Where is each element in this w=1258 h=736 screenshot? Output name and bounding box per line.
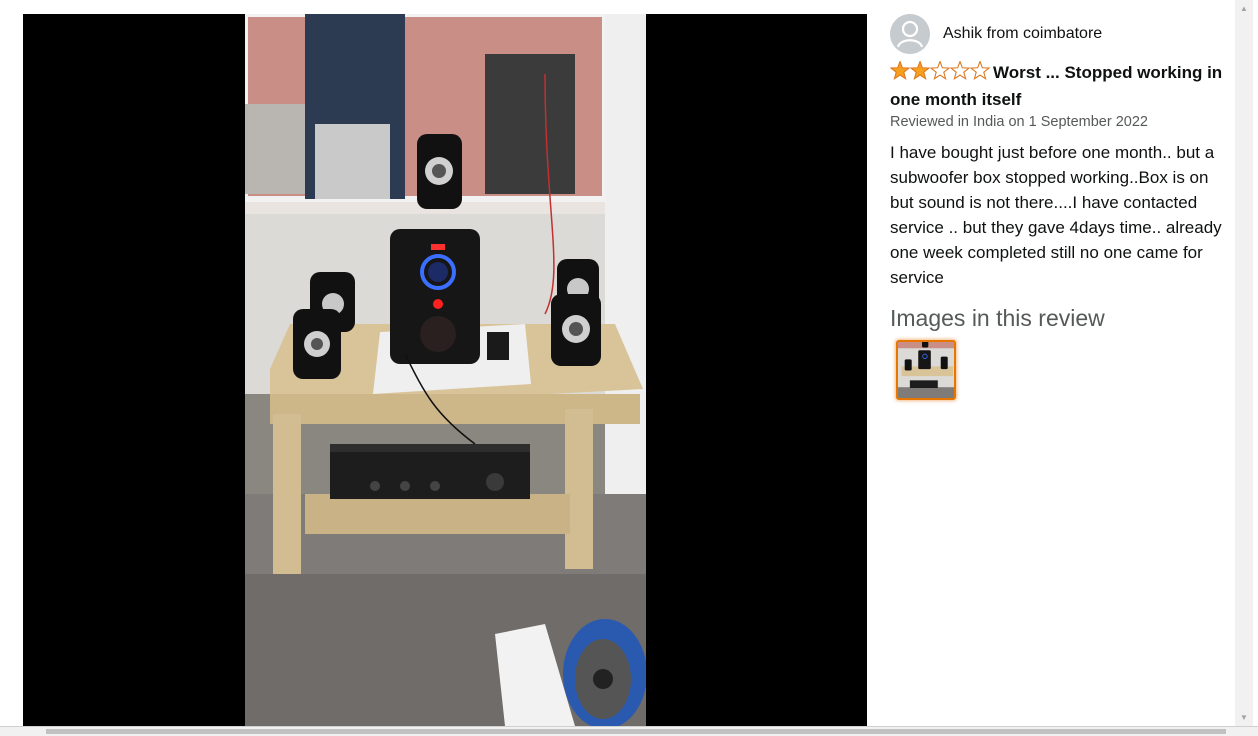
review-date: Reviewed in India on 1 September 2022 [890,114,1148,130]
review-image-thumbnail[interactable] [896,340,956,400]
star-filled-icon [889,59,911,80]
star-empty-icon [949,59,971,80]
home-theater-speakers-photo [245,14,646,726]
triangle-down-icon[interactable]: ▼ [1235,709,1253,726]
review-panel: Ashik from coimbatore Worst ... Stopped … [889,14,1235,726]
triangle-up-icon[interactable]: ▲ [1235,0,1253,17]
star-empty-icon [969,59,991,80]
image-viewer [23,14,867,726]
review-body: I have bought just before one month.. bu… [890,143,1222,287]
star-rating[interactable] [889,59,991,87]
default-user-avatar-icon [890,14,930,54]
star-empty-icon [929,59,951,80]
star-filled-icon [909,59,931,80]
review-title-row: Worst ... Stopped working in one month i… [889,59,1235,112]
review-photo [245,14,646,726]
vertical-scrollbar[interactable]: ▲ ▼ [1235,0,1253,726]
review-author: Ashik from coimbatore [890,14,1102,54]
images-section-heading: Images in this review [890,305,1105,331]
author-name[interactable]: Ashik from coimbatore [943,25,1102,43]
horizontal-scrollbar-thumb[interactable] [46,729,1226,734]
